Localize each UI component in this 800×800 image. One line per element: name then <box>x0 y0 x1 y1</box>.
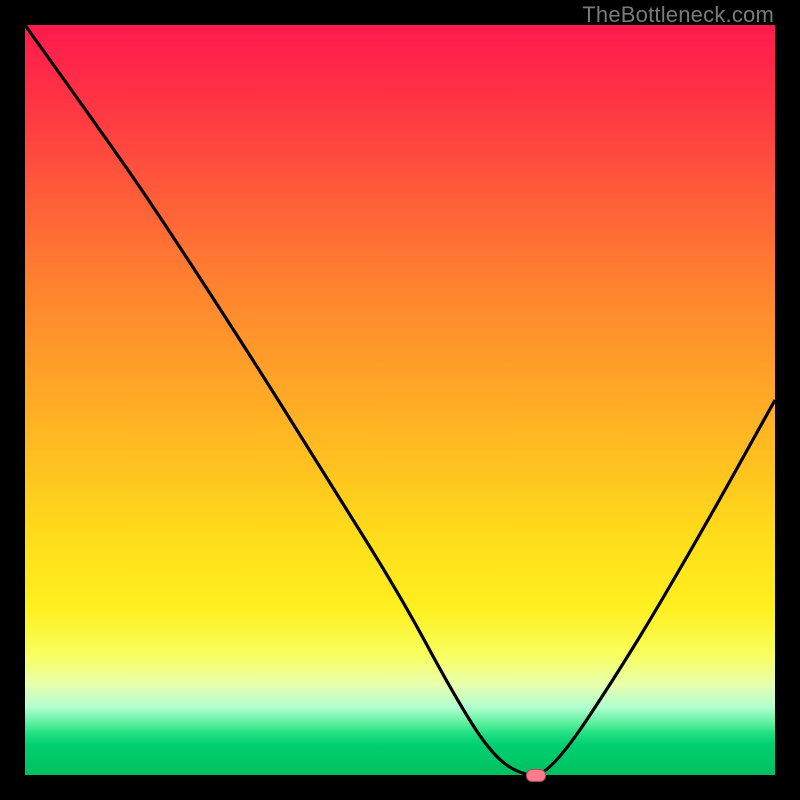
plot-area <box>25 25 775 775</box>
bottleneck-curve-path <box>25 25 775 775</box>
chart-stage: TheBottleneck.com <box>0 0 800 800</box>
optimal-point-marker <box>526 769 546 782</box>
curve-svg <box>25 25 775 775</box>
